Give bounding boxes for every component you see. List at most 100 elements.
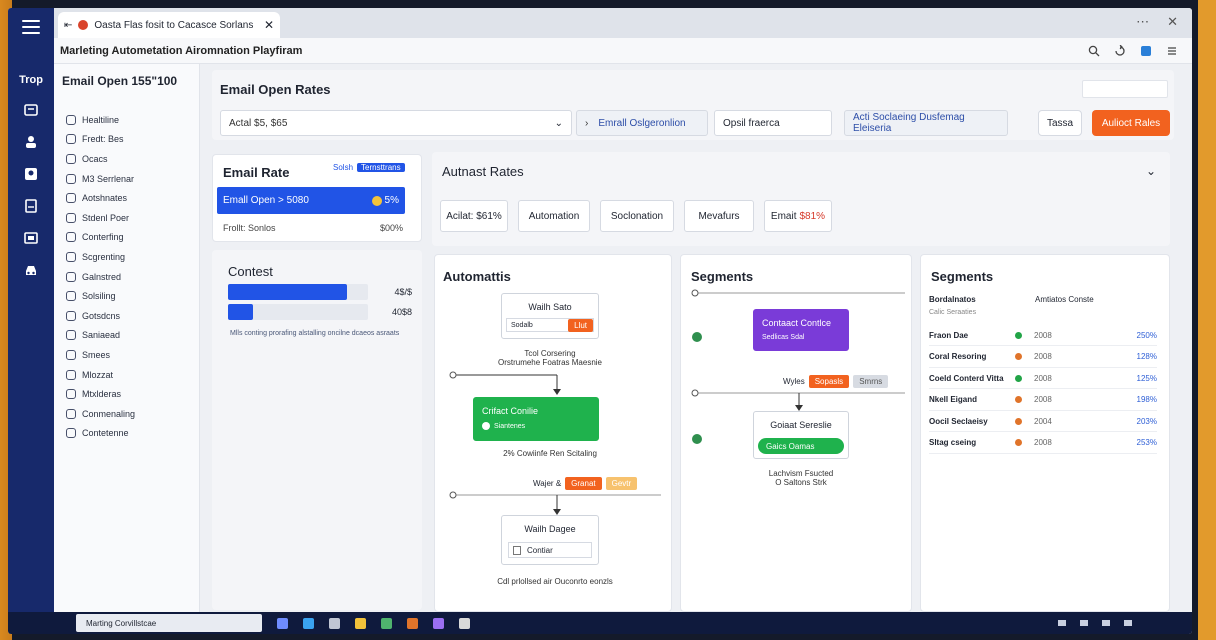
sidebar-item[interactable]: Contetenne bbox=[66, 424, 135, 444]
taskbar-icon-7[interactable] bbox=[433, 617, 444, 629]
wait-node-tag[interactable]: Llut bbox=[568, 318, 593, 332]
sidebar-item[interactable]: Saniaead bbox=[66, 326, 135, 346]
menu-icon[interactable] bbox=[22, 20, 40, 34]
nav-icon bbox=[66, 193, 76, 204]
rate-chip[interactable]: Mevafurs bbox=[684, 200, 754, 232]
wait-node-field[interactable]: Sodalb bbox=[511, 322, 533, 329]
sidebar-item[interactable]: Conterfing bbox=[66, 228, 135, 248]
taskbar-icon-8[interactable] bbox=[459, 617, 470, 629]
more-menu-icon[interactable] bbox=[1166, 44, 1178, 56]
segment-row[interactable]: Sltag cseing 2008 253% bbox=[929, 433, 1157, 454]
taskbar-icon-5[interactable] bbox=[381, 617, 392, 629]
goal-node-button[interactable]: Gaics Oamas bbox=[758, 438, 844, 454]
sidebar-item[interactable]: Smees bbox=[66, 345, 135, 365]
goal-node[interactable]: Goiaat Sereslie Gaics Oamas bbox=[753, 411, 849, 459]
people-icon[interactable] bbox=[23, 134, 39, 150]
tray-icon[interactable] bbox=[1080, 620, 1088, 626]
email-rate-badge-left[interactable]: Solsh bbox=[333, 163, 353, 172]
header-placeholder bbox=[1082, 80, 1168, 98]
tasks-button[interactable]: Tassa bbox=[1038, 110, 1082, 136]
segment-year: 2008 bbox=[1034, 330, 1052, 340]
car-icon[interactable] bbox=[23, 262, 39, 278]
app-launcher-icon[interactable] bbox=[1140, 44, 1152, 56]
sidebar-item[interactable]: Stdenl Poer bbox=[66, 208, 135, 228]
app-rail: Trop bbox=[8, 8, 54, 612]
back-icon[interactable]: ⇤ bbox=[64, 20, 72, 31]
sidebar-item[interactable]: Conmenaling bbox=[66, 404, 135, 424]
email-open-bar[interactable]: Emall Open > 5080 5% bbox=[217, 187, 405, 214]
sidebar-item[interactable]: Fredt: Bes bbox=[66, 130, 135, 150]
nav-icon bbox=[66, 291, 76, 302]
tray-icon[interactable] bbox=[1102, 620, 1110, 626]
taskbar-icon-2[interactable] bbox=[303, 617, 314, 629]
segment-row[interactable]: Fraon Dae 2008 250% bbox=[929, 325, 1157, 346]
window-minimize-icon[interactable]: ⋯ bbox=[1136, 14, 1149, 30]
rate-chip[interactable]: Emait $81% bbox=[764, 200, 832, 232]
segment-row[interactable]: Coeld Conterd Vitta 2008 125% bbox=[929, 368, 1157, 389]
segments-wait-tag-primary[interactable]: Sopasls bbox=[808, 375, 850, 388]
browser-tab-bar: ⇤ Oasta Flas fosit to Cacasce Sorlans ✕ … bbox=[54, 8, 1192, 38]
nav-icon bbox=[66, 232, 76, 243]
segment-year: 2008 bbox=[1034, 438, 1052, 447]
sidebar-item[interactable]: Mtxlderas bbox=[66, 384, 135, 404]
contact-node[interactable]: Contaact Contlce Sedlicas Sdal bbox=[753, 309, 849, 351]
refresh-icon[interactable] bbox=[1114, 44, 1126, 56]
contest-bar-track bbox=[228, 284, 368, 300]
close-tab-icon[interactable]: ✕ bbox=[264, 18, 274, 32]
email-organisation-filter[interactable]: › Emrall Oslgeronlion bbox=[576, 110, 708, 136]
taskbar-icon-3[interactable] bbox=[329, 617, 340, 629]
sidebar-item[interactable]: Gotsdcns bbox=[66, 306, 135, 326]
primary-action-button[interactable]: Aulioct Rales bbox=[1092, 110, 1170, 136]
sidebar-item[interactable]: Ocacs bbox=[66, 149, 135, 169]
rate-chip[interactable]: Soclonation bbox=[600, 200, 674, 232]
chevron-down-icon[interactable]: ⌄ bbox=[1146, 164, 1156, 178]
wait-node[interactable]: Wailh Sato Sodalb Llut bbox=[501, 293, 599, 339]
sidebar-item[interactable]: M3 Serrlenar bbox=[66, 169, 135, 189]
contest-bar-fill[interactable] bbox=[228, 284, 347, 300]
segments-wait-tag-secondary[interactable]: Smrns bbox=[853, 375, 889, 388]
rail-label: Trop bbox=[19, 74, 43, 86]
contest-bar-fill[interactable] bbox=[228, 304, 253, 320]
wait-tag-secondary[interactable]: Gevtr bbox=[605, 477, 638, 490]
segments-caption-a: Lachvism Fsucted bbox=[768, 469, 834, 478]
tab-title: Oasta Flas fosit to Cacasce Sorlans bbox=[94, 19, 254, 31]
nav-icon bbox=[66, 330, 76, 341]
tray-icon[interactable] bbox=[1124, 620, 1132, 626]
taskbar-icon-6[interactable] bbox=[407, 617, 418, 629]
wait-dagee-node[interactable]: Wailh Dagee Contiar bbox=[501, 515, 599, 565]
search-icon[interactable] bbox=[1088, 44, 1100, 57]
sidebar-item[interactable]: Aotshnates bbox=[66, 188, 135, 208]
segment-row[interactable]: Oocil Seclaeisy 2004 203% bbox=[929, 411, 1157, 432]
sidebar-item-label: M3 Serrlenar bbox=[82, 173, 135, 184]
taskbar-icon-4[interactable] bbox=[355, 617, 366, 629]
segment-row[interactable]: Nkell Eigand 2008 198% bbox=[929, 390, 1157, 411]
email-rate-badge-right[interactable]: Ternsttrans bbox=[357, 163, 405, 172]
user-icon[interactable] bbox=[23, 166, 39, 182]
segment-name: Coeld Conterd Vitta bbox=[929, 373, 1004, 383]
sidebar-item[interactable]: Solsiling bbox=[66, 286, 135, 306]
contact-condition-node[interactable]: Crifact Conilie Siantenes bbox=[473, 397, 599, 441]
contacts-icon[interactable] bbox=[23, 102, 39, 118]
wait-tag-primary[interactable]: Granat bbox=[565, 477, 602, 490]
document-icon[interactable] bbox=[23, 198, 39, 214]
sidebar-item[interactable]: Mlozzat bbox=[66, 365, 135, 385]
rate-chip[interactable]: Acilat: $61% bbox=[440, 200, 508, 232]
rate-chip[interactable]: Automation bbox=[518, 200, 590, 232]
inbox-icon[interactable] bbox=[23, 230, 39, 246]
system-tray bbox=[1058, 620, 1132, 626]
taskbar-icon-1[interactable] bbox=[277, 617, 288, 629]
window-close-icon[interactable]: ✕ bbox=[1167, 14, 1178, 30]
social-filter[interactable]: Acti Soclaeing Dusfemag Eleiseria bbox=[844, 110, 1008, 136]
rate-chip-label: Acilat: $61% bbox=[446, 210, 502, 222]
sidebar-item[interactable]: Scgrenting bbox=[66, 247, 135, 267]
value-filter[interactable]: Actal $5, $65 ⌄ bbox=[220, 110, 572, 136]
browser-tab[interactable]: ⇤ Oasta Flas fosit to Cacasce Sorlans ✕ bbox=[58, 12, 280, 38]
taskbar-app[interactable]: Marting Corvillstcae bbox=[76, 614, 262, 632]
tray-icon[interactable] bbox=[1058, 620, 1066, 626]
sidebar-item[interactable]: Healtiline bbox=[66, 110, 135, 130]
segment-row[interactable]: Coral Resoring 2008 128% bbox=[929, 347, 1157, 368]
open-rate-filter[interactable]: Opsil fraerca bbox=[714, 110, 832, 136]
contact-condition-sub: Siantenes bbox=[494, 422, 526, 430]
sidebar: Email Open 155"100 Healtiline Fredt: Bes O… bbox=[54, 64, 200, 612]
sidebar-item[interactable]: Galnstred bbox=[66, 267, 135, 287]
